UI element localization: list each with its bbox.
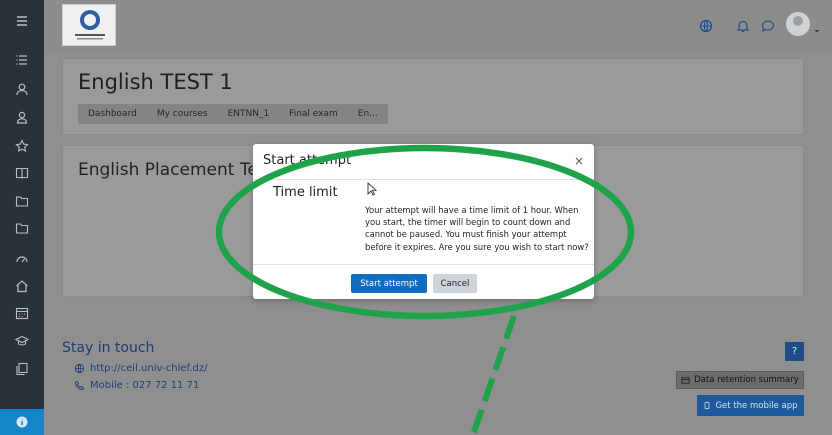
- folder-icon[interactable]: [0, 188, 44, 214]
- start-attempt-dialog: Start attempt × Time limit Your attempt …: [253, 144, 594, 299]
- drawer-icon: [681, 376, 690, 384]
- book-icon[interactable]: [0, 160, 44, 186]
- mobile-icon: [705, 401, 710, 410]
- globe-icon: [74, 363, 85, 374]
- quiz-title: English Placement Te: [78, 160, 258, 180]
- dialog-title: Start attempt: [263, 153, 352, 168]
- info-icon[interactable]: [0, 409, 44, 435]
- bell-icon[interactable]: [735, 18, 751, 34]
- calendar-icon[interactable]: [0, 300, 44, 326]
- user-icon[interactable]: [0, 76, 44, 102]
- breadcrumb-item[interactable]: ENTNN_1: [218, 109, 280, 119]
- footer-mobile-text: Mobile : 027 72 11 71: [90, 380, 200, 391]
- breadcrumb-item[interactable]: Dashboard: [78, 109, 147, 119]
- breadcrumb-item[interactable]: En...: [348, 109, 388, 119]
- home-icon[interactable]: [0, 273, 44, 299]
- time-limit-label: Time limit: [273, 185, 338, 200]
- breadcrumb-item[interactable]: Final exam: [279, 109, 348, 119]
- cancel-button[interactable]: Cancel: [433, 274, 477, 293]
- menu-icon[interactable]: [0, 8, 44, 34]
- mobile-app-label: Get the mobile app: [715, 400, 798, 411]
- star-icon[interactable]: [0, 133, 44, 159]
- breadcrumb-item[interactable]: My courses: [147, 109, 218, 119]
- phone-icon: [74, 380, 85, 391]
- list-icon[interactable]: [0, 47, 44, 73]
- dialog-header: Start attempt ×: [253, 144, 594, 180]
- cursor-icon: [367, 182, 377, 196]
- footer-mobile: Mobile : 027 72 11 71: [74, 380, 199, 391]
- folder-icon[interactable]: [0, 215, 44, 241]
- files-icon[interactable]: [0, 356, 44, 382]
- time-limit-message: Your attempt will have a time limit of 1…: [365, 205, 589, 252]
- data-retention-label: Data retention summary: [694, 375, 799, 385]
- close-icon[interactable]: ×: [574, 154, 584, 168]
- footer-website-link[interactable]: http://ceil.univ-chlef.dz/: [74, 363, 207, 374]
- breadcrumb: Dashboard My courses ENTNN_1 Final exam …: [78, 104, 388, 124]
- users-icon[interactable]: [0, 104, 44, 130]
- page-title: English TEST 1: [78, 70, 233, 94]
- left-sidebar: [0, 0, 44, 435]
- globe-icon[interactable]: [698, 18, 714, 34]
- mobile-app-button[interactable]: Get the mobile app: [697, 395, 804, 416]
- chat-icon[interactable]: [760, 18, 776, 34]
- footer-website-text[interactable]: http://ceil.univ-chlef.dz/: [90, 363, 207, 374]
- help-icon: ?: [791, 346, 798, 357]
- user-avatar[interactable]: [786, 12, 810, 36]
- dialog-footer: Start attempt Cancel: [253, 264, 594, 299]
- dashboard-icon[interactable]: [0, 246, 44, 272]
- moodle-page: English TEST 1 Dashboard My courses ENTN…: [0, 0, 832, 435]
- caret-icon[interactable]: [813, 20, 821, 33]
- data-retention-button[interactable]: Data retention summary: [676, 371, 804, 389]
- start-attempt-button[interactable]: Start attempt: [351, 274, 427, 293]
- graduation-icon[interactable]: [0, 328, 44, 354]
- help-button[interactable]: ?: [785, 342, 804, 361]
- footer-title: Stay in touch: [62, 340, 155, 356]
- site-logo[interactable]: [62, 4, 116, 46]
